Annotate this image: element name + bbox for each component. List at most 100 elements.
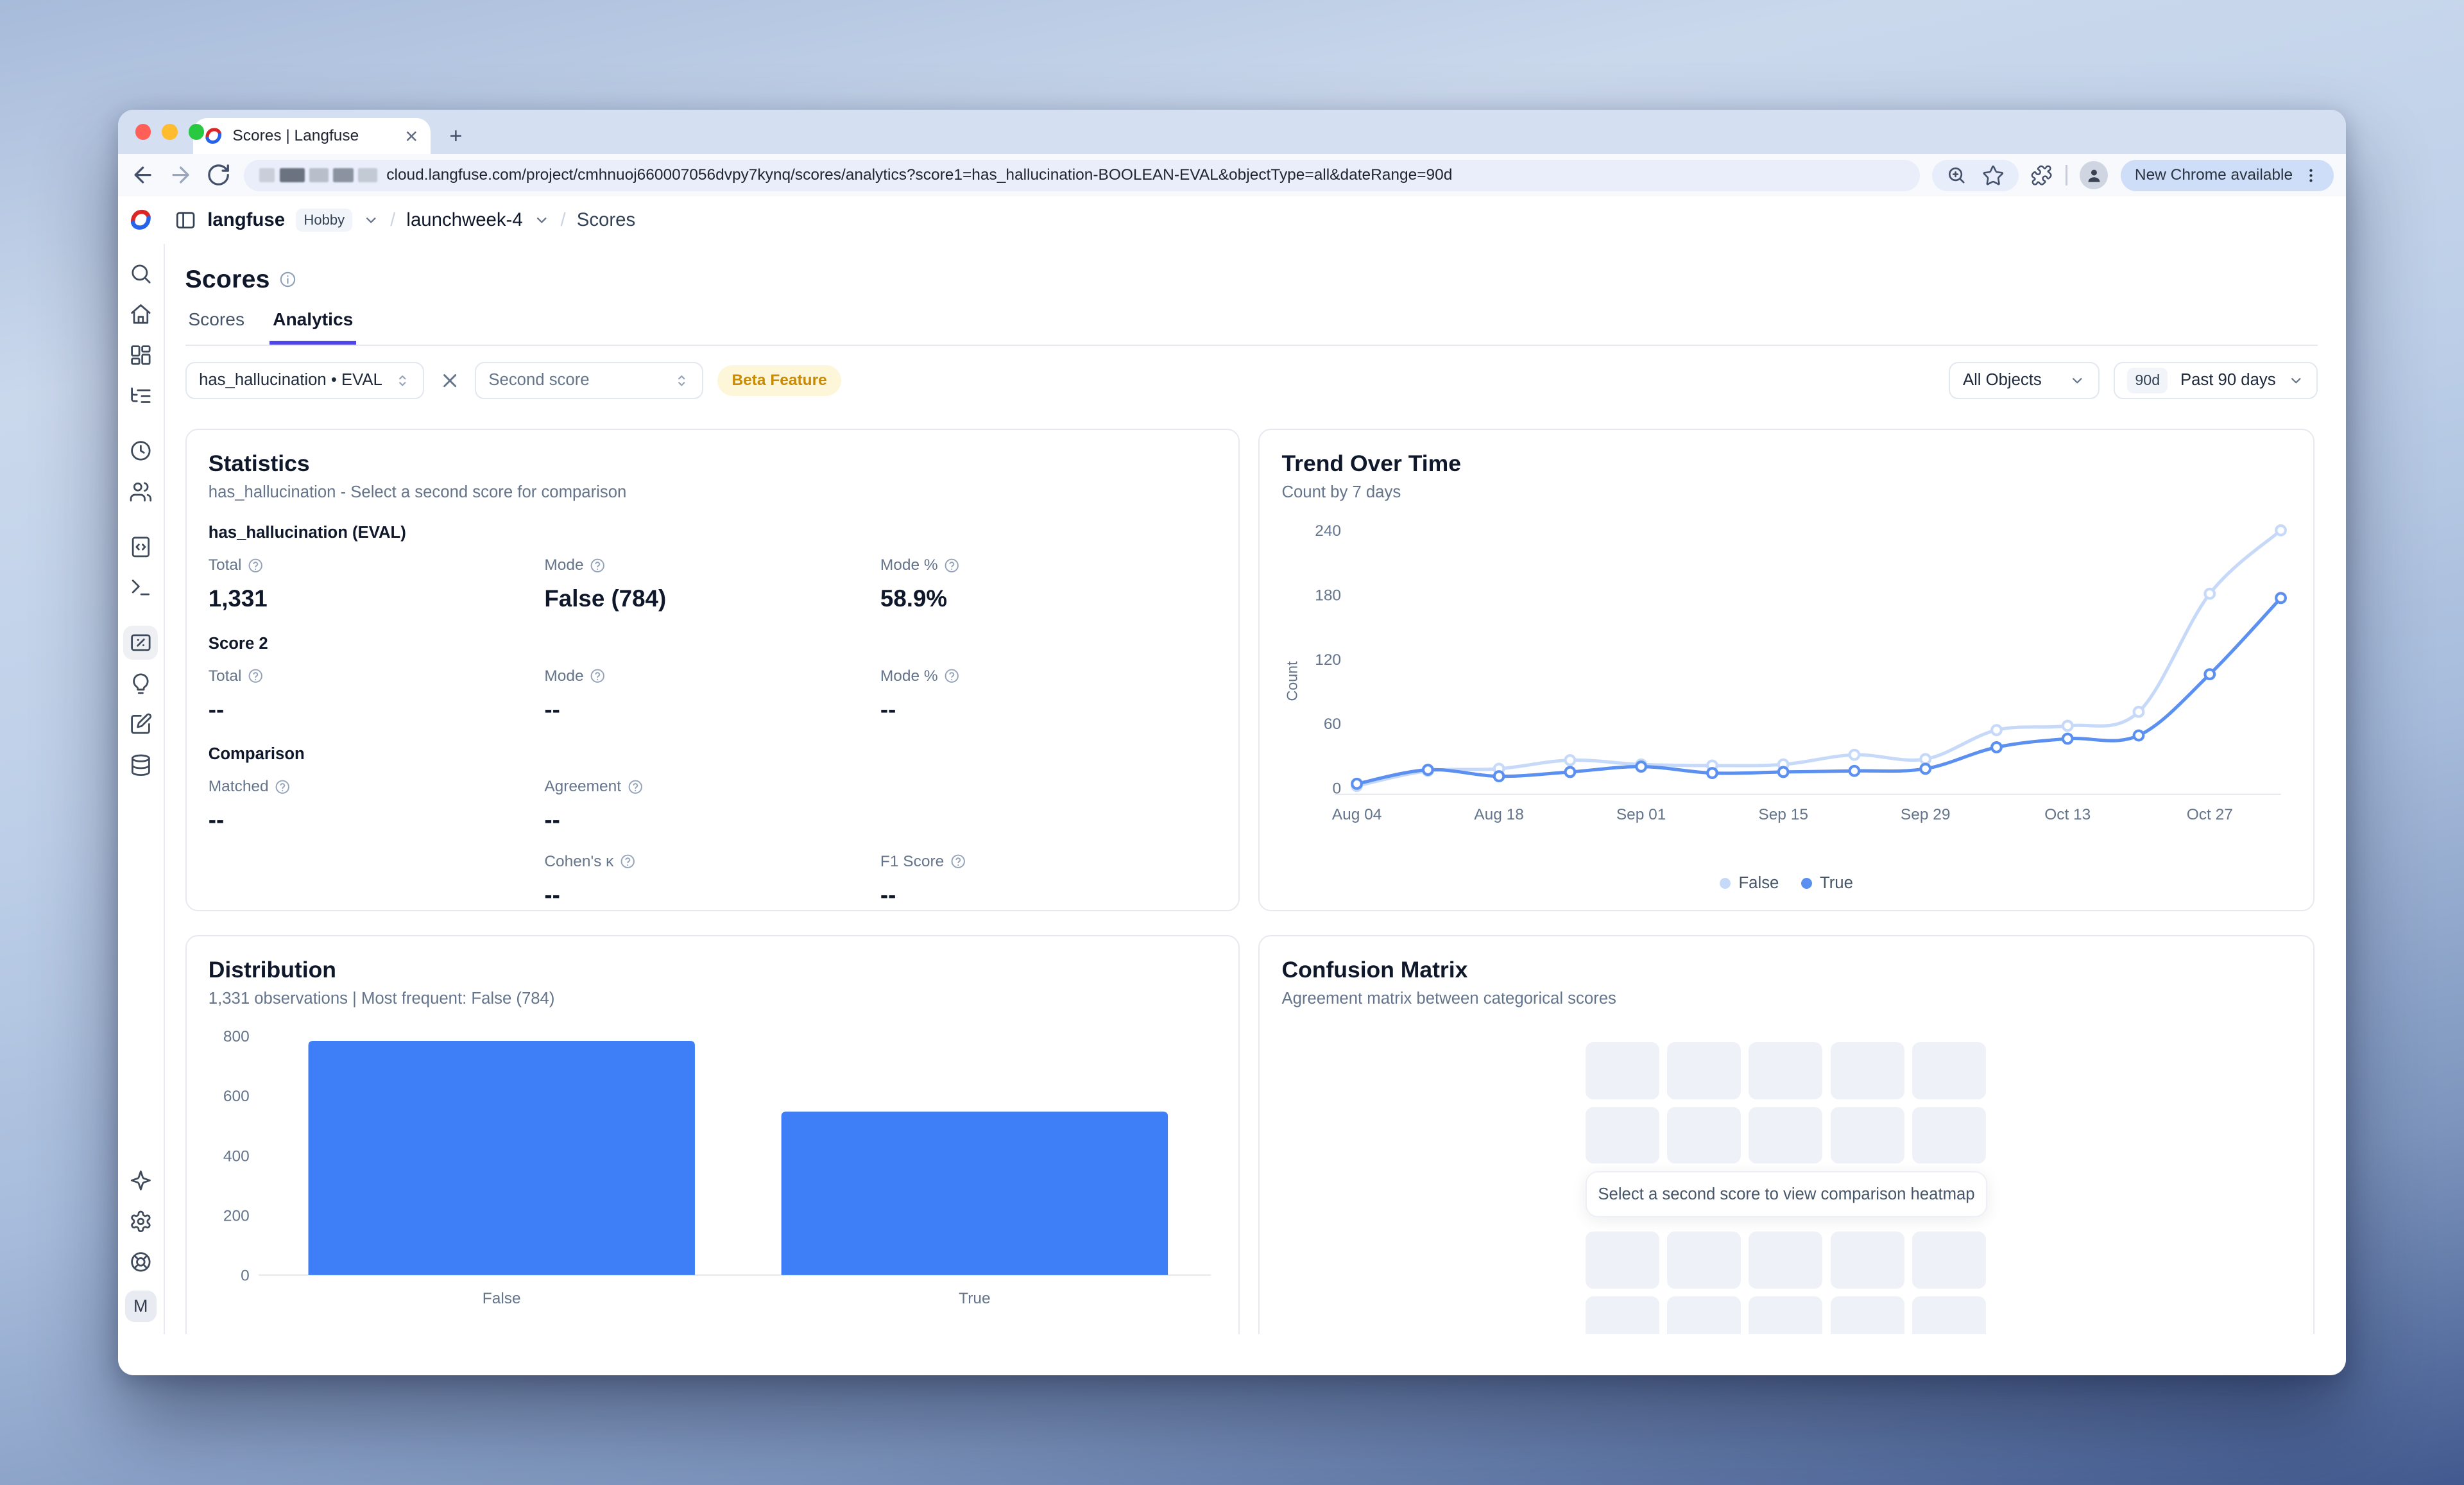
sidebar-item-settings[interactable] [123, 1204, 158, 1239]
sidebar-toggle-icon[interactable] [175, 209, 196, 231]
tab-scores[interactable]: Scores [185, 309, 248, 345]
address-bar[interactable]: cloud.langfuse.com/project/cmhnuoj660007… [244, 160, 1920, 191]
project-switcher-chevron-icon[interactable] [534, 212, 549, 228]
stat-label-matched: Matched [209, 778, 545, 796]
org-name[interactable]: langfuse [207, 209, 285, 231]
heatmap-placeholder-tile [1586, 1232, 1659, 1288]
org-switcher-chevron-icon[interactable] [363, 212, 379, 228]
zoom-icon[interactable] [1946, 165, 1967, 185]
chrome-update-pill[interactable]: New Chrome available [2121, 160, 2334, 191]
maximize-window-button[interactable] [189, 124, 204, 139]
search-icon [129, 262, 153, 286]
score2-select[interactable]: Second score [475, 362, 704, 399]
extensions-icon[interactable] [2031, 164, 2053, 186]
agreement-value: -- [544, 807, 880, 834]
help-icon[interactable] [275, 779, 290, 794]
users-icon [129, 480, 153, 504]
sidebar-nav: M [118, 244, 165, 1335]
tab-close-icon[interactable] [404, 128, 419, 144]
confusion-subtitle: Agreement matrix between categorical sco… [1281, 990, 2291, 1008]
sidebar-item-datasets[interactable] [123, 748, 158, 783]
heatmap-placeholder-tile [1586, 1296, 1659, 1334]
sidebar-item-support[interactable] [123, 1245, 158, 1280]
heatmap-placeholder-tile [1749, 1296, 1822, 1334]
svg-text:120: 120 [1315, 651, 1342, 668]
help-icon[interactable] [590, 668, 605, 683]
legend-item-false[interactable]: False [1720, 874, 1779, 893]
score2-heading: Score 2 [209, 635, 1217, 653]
sidebar-item-prompts[interactable] [123, 529, 158, 564]
forward-icon[interactable] [168, 162, 193, 187]
sidebar-item-search[interactable] [123, 256, 158, 291]
range-short-chip: 90d [2127, 368, 2168, 393]
heatmap-placeholder-tile [1831, 1042, 1904, 1099]
desktop: Scores | Langfuse + [0, 0, 2464, 1485]
sidebar-item-evaluators[interactable] [123, 666, 158, 701]
comparison-heading: Comparison [209, 745, 1217, 764]
chrome-update-label: New Chrome available [2135, 166, 2293, 184]
help-icon[interactable] [950, 854, 966, 869]
settings-icon [129, 1210, 153, 1233]
upgrade-icon [129, 1169, 153, 1192]
chevrons-up-down-icon [395, 373, 410, 388]
svg-text:Sep 15: Sep 15 [1759, 806, 1809, 823]
redacted-site-chip [259, 168, 377, 182]
app-header: langfuse Hobby / launchweek-4 / Scores [118, 196, 2347, 243]
score2-mode-pct-value: -- [880, 696, 1217, 723]
browser-tab[interactable]: Scores | Langfuse [193, 118, 431, 154]
object-filter-select[interactable]: All Objects [1949, 362, 2099, 399]
svg-text:False: False [483, 1290, 521, 1307]
help-icon[interactable] [944, 668, 959, 683]
new-tab-button[interactable]: + [449, 127, 462, 146]
tab-analytics[interactable]: Analytics [270, 309, 356, 345]
sidebar-item-sessions[interactable] [123, 434, 158, 468]
clear-score1-icon[interactable] [439, 370, 461, 391]
sidebar-item-dashboard[interactable] [123, 338, 158, 372]
reload-icon[interactable] [206, 162, 231, 187]
user-avatar[interactable]: M [125, 1291, 157, 1322]
sidebar-item-users[interactable] [123, 474, 158, 509]
heatmap-placeholder-tile [1667, 1107, 1741, 1163]
back-icon[interactable] [130, 162, 155, 187]
date-range-select[interactable]: 90d Past 90 days [2114, 362, 2318, 399]
svg-text:800: 800 [223, 1028, 250, 1045]
beta-feature-badge: Beta Feature [717, 365, 841, 396]
chevrons-up-down-icon [674, 373, 689, 388]
score2-total-value: -- [209, 696, 545, 723]
help-icon[interactable] [590, 558, 605, 573]
profile-avatar[interactable] [2080, 161, 2108, 189]
prompts-icon [129, 535, 153, 559]
score1-mode-value: False (784) [544, 585, 880, 612]
stat-label-total: Total [209, 667, 545, 685]
heatmap-placeholder-tile [1912, 1042, 1986, 1099]
stat-label-agreement: Agreement [544, 778, 880, 796]
help-icon[interactable] [944, 558, 959, 573]
help-icon[interactable] [620, 854, 635, 869]
dashboard-icon [129, 343, 153, 367]
sidebar-item-upgrade[interactable] [123, 1163, 158, 1197]
sidebar-item-home[interactable] [123, 297, 158, 332]
heatmap-placeholder-tile [1586, 1042, 1659, 1099]
stat-label-total: Total [209, 556, 545, 574]
legend-item-true[interactable]: True [1801, 874, 1853, 893]
stat-label-f1: F1 Score [880, 853, 1217, 871]
confusion-empty-message: Select a second score to view comparison… [1586, 1171, 1988, 1217]
help-icon[interactable] [248, 558, 263, 573]
trend-line-chart: 060120180240CountAug 04Aug 18Sep 01Sep 1… [1281, 511, 2290, 861]
heatmap-placeholder-tile [1831, 1296, 1904, 1334]
info-icon[interactable] [279, 271, 296, 288]
sidebar-item-playground[interactable] [123, 571, 158, 605]
project-name[interactable]: launchweek-4 [406, 209, 522, 231]
kebab-menu-icon[interactable] [2302, 167, 2320, 184]
help-icon[interactable] [248, 668, 263, 683]
heatmap-placeholder-tile [1831, 1107, 1904, 1163]
sidebar-item-tracing[interactable] [123, 379, 158, 413]
close-window-button[interactable] [135, 124, 151, 139]
score1-select[interactable]: has_hallucination • EVAL [185, 362, 425, 399]
legend-dot [1720, 878, 1731, 889]
sidebar-item-scores[interactable] [123, 626, 158, 660]
sidebar-item-annotation[interactable] [123, 707, 158, 742]
minimize-window-button[interactable] [162, 124, 177, 139]
bookmark-star-icon[interactable] [1982, 164, 2004, 186]
help-icon[interactable] [628, 779, 643, 794]
